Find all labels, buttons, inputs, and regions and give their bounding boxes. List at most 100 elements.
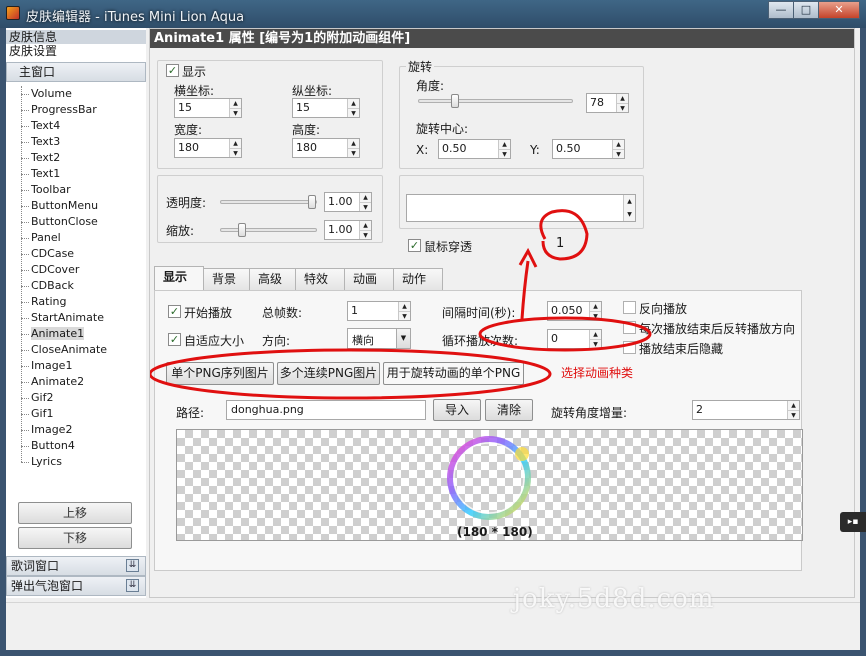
tab-animation[interactable]: 动画 <box>344 268 394 290</box>
tree-item[interactable]: Lyrics <box>6 454 146 470</box>
scale-spinbox[interactable]: 1.00 ▲ ▼ <box>324 220 372 240</box>
spin-up-icon[interactable]: ▲ <box>360 193 371 202</box>
tree-item[interactable]: Gif2 <box>6 390 146 406</box>
tree-item[interactable]: Animate2 <box>6 374 146 390</box>
bubble-window-group-header[interactable]: 弹出气泡窗口 ⇊ <box>6 576 146 596</box>
total-frames-spinbox[interactable]: 1 ▲ ▼ <box>347 301 411 321</box>
tab-background[interactable]: 背景 <box>203 268 250 290</box>
expand-icon[interactable]: ⇊ <box>126 559 139 572</box>
extra-textbox[interactable]: ▲ ▼ <box>406 194 636 222</box>
autosize-checkbox[interactable]: ✓ <box>168 333 181 346</box>
tree-item[interactable]: CDCover <box>6 262 146 278</box>
tree-item[interactable]: ButtonMenu <box>6 198 146 214</box>
multiple-png-button[interactable]: 多个连续PNG图片 <box>277 362 380 385</box>
center-y-spinbox[interactable]: 0.50 ▲ ▼ <box>552 139 625 159</box>
tree-item[interactable]: Button4 <box>6 438 146 454</box>
tree-item[interactable]: Image2 <box>6 422 146 438</box>
spin-up-icon[interactable]: ▲ <box>617 94 628 103</box>
tree-item[interactable]: CDBack <box>6 278 146 294</box>
tree-item[interactable]: Text2 <box>6 150 146 166</box>
width-spinbox[interactable]: 180 ▲ ▼ <box>174 138 242 158</box>
direction-select[interactable]: 横向 ▼ <box>347 328 411 349</box>
spin-up-icon[interactable]: ▲ <box>590 302 601 311</box>
path-input[interactable]: donghua.png <box>226 400 426 420</box>
spin-down-icon[interactable]: ▼ <box>499 149 510 158</box>
expand-icon[interactable]: ⇊ <box>126 579 139 592</box>
angle-slider-thumb[interactable] <box>451 94 459 108</box>
reverse-checkbox[interactable] <box>623 301 636 314</box>
height-spinbox[interactable]: 180 ▲ ▼ <box>292 138 360 158</box>
center-x-spinbox[interactable]: 0.50 ▲ ▼ <box>438 139 511 159</box>
spin-down-icon[interactable]: ▼ <box>360 230 371 239</box>
spin-down-icon[interactable]: ▼ <box>360 202 371 211</box>
tab-effects[interactable]: 特效 <box>295 268 345 290</box>
y-spinbox[interactable]: 15 ▲ ▼ <box>292 98 360 118</box>
tab-display[interactable]: 显示 <box>154 266 204 291</box>
tree-item[interactable]: CDCase <box>6 246 146 262</box>
spin-up-icon[interactable]: ▲ <box>348 99 359 108</box>
angle-slider[interactable] <box>418 94 573 108</box>
angle-spinbox[interactable]: 78 ▲ ▼ <box>586 93 629 113</box>
spin-down-icon[interactable]: ▼ <box>590 339 601 348</box>
spin-up-icon[interactable]: ▲ <box>499 140 510 149</box>
mouse-through-checkbox[interactable]: ✓ <box>408 239 421 252</box>
opacity-slider[interactable] <box>220 195 317 209</box>
tree-item[interactable]: Panel <box>6 230 146 246</box>
tree-item[interactable]: Text4 <box>6 118 146 134</box>
scale-slider[interactable] <box>220 223 317 237</box>
x-spinbox[interactable]: 15 ▲ ▼ <box>174 98 242 118</box>
move-down-button[interactable]: 下移 <box>18 527 132 549</box>
angle-increment-spinbox[interactable]: 2 ▲ ▼ <box>692 400 800 420</box>
spin-up-icon[interactable]: ▲ <box>590 330 601 339</box>
spin-down-icon[interactable]: ▼ <box>348 148 359 157</box>
opacity-slider-thumb[interactable] <box>308 195 316 209</box>
tree-item[interactable]: Text3 <box>6 134 146 150</box>
tree-item[interactable]: Gif1 <box>6 406 146 422</box>
spin-down-icon[interactable]: ▼ <box>788 410 799 419</box>
spin-up-icon[interactable]: ▲ <box>348 139 359 148</box>
import-button[interactable]: 导入 <box>433 399 481 421</box>
tab-actions[interactable]: 动作 <box>393 268 443 290</box>
tree-item[interactable]: StartAnimate <box>6 310 146 326</box>
autoplay-checkbox[interactable]: ✓ <box>168 305 181 318</box>
hide-after-checkbox[interactable] <box>623 341 636 354</box>
tree-item[interactable]: Animate1 <box>6 326 146 342</box>
main-window-group-header[interactable]: 主窗口 <box>6 62 146 82</box>
spin-up-icon[interactable]: ▲ <box>788 401 799 410</box>
tree-item[interactable]: Toolbar <box>6 182 146 198</box>
tree-item[interactable]: Volume <box>6 86 146 102</box>
tree-item[interactable]: Rating <box>6 294 146 310</box>
clear-button[interactable]: 清除 <box>485 399 533 421</box>
tree-item[interactable]: CloseAnimate <box>6 342 146 358</box>
lyrics-window-group-header[interactable]: 歌词窗口 ⇊ <box>6 556 146 576</box>
spin-up-icon[interactable]: ▲ <box>360 221 371 230</box>
spin-down-icon[interactable]: ▼ <box>230 148 241 157</box>
display-checkbox[interactable]: ✓ <box>166 64 179 77</box>
maximize-button[interactable]: □ <box>793 1 819 19</box>
spin-down-icon[interactable]: ▼ <box>613 149 624 158</box>
single-png-sequence-button[interactable]: 单个PNG序列图片 <box>166 362 274 385</box>
scroll-down-icon[interactable]: ▼ <box>624 208 635 221</box>
move-up-button[interactable]: 上移 <box>18 502 132 524</box>
rotation-png-button[interactable]: 用于旋转动画的单个PNG <box>383 362 524 385</box>
category-skin-settings[interactable]: 皮肤设置 <box>6 44 146 58</box>
spin-down-icon[interactable]: ▼ <box>617 103 628 112</box>
reverse-after-checkbox[interactable] <box>623 321 636 334</box>
scale-slider-thumb[interactable] <box>238 223 246 237</box>
interval-spinbox[interactable]: 0.050 ▲ ▼ <box>547 301 602 321</box>
spin-down-icon[interactable]: ▼ <box>399 311 410 320</box>
tab-advanced[interactable]: 高级 <box>249 268 296 290</box>
spin-down-icon[interactable]: ▼ <box>230 108 241 117</box>
tree-item[interactable]: Image1 <box>6 358 146 374</box>
side-handle-icon[interactable]: ▸▪ <box>840 512 866 532</box>
minimize-button[interactable]: — <box>768 1 794 19</box>
spin-up-icon[interactable]: ▲ <box>230 139 241 148</box>
chevron-down-icon[interactable]: ▼ <box>396 329 410 348</box>
spin-down-icon[interactable]: ▼ <box>590 311 601 320</box>
spin-up-icon[interactable]: ▲ <box>613 140 624 149</box>
tree-item[interactable]: ProgressBar <box>6 102 146 118</box>
tree-item[interactable]: Text1 <box>6 166 146 182</box>
spin-up-icon[interactable]: ▲ <box>230 99 241 108</box>
spin-up-icon[interactable]: ▲ <box>399 302 410 311</box>
close-button[interactable]: ✕ <box>818 1 860 19</box>
